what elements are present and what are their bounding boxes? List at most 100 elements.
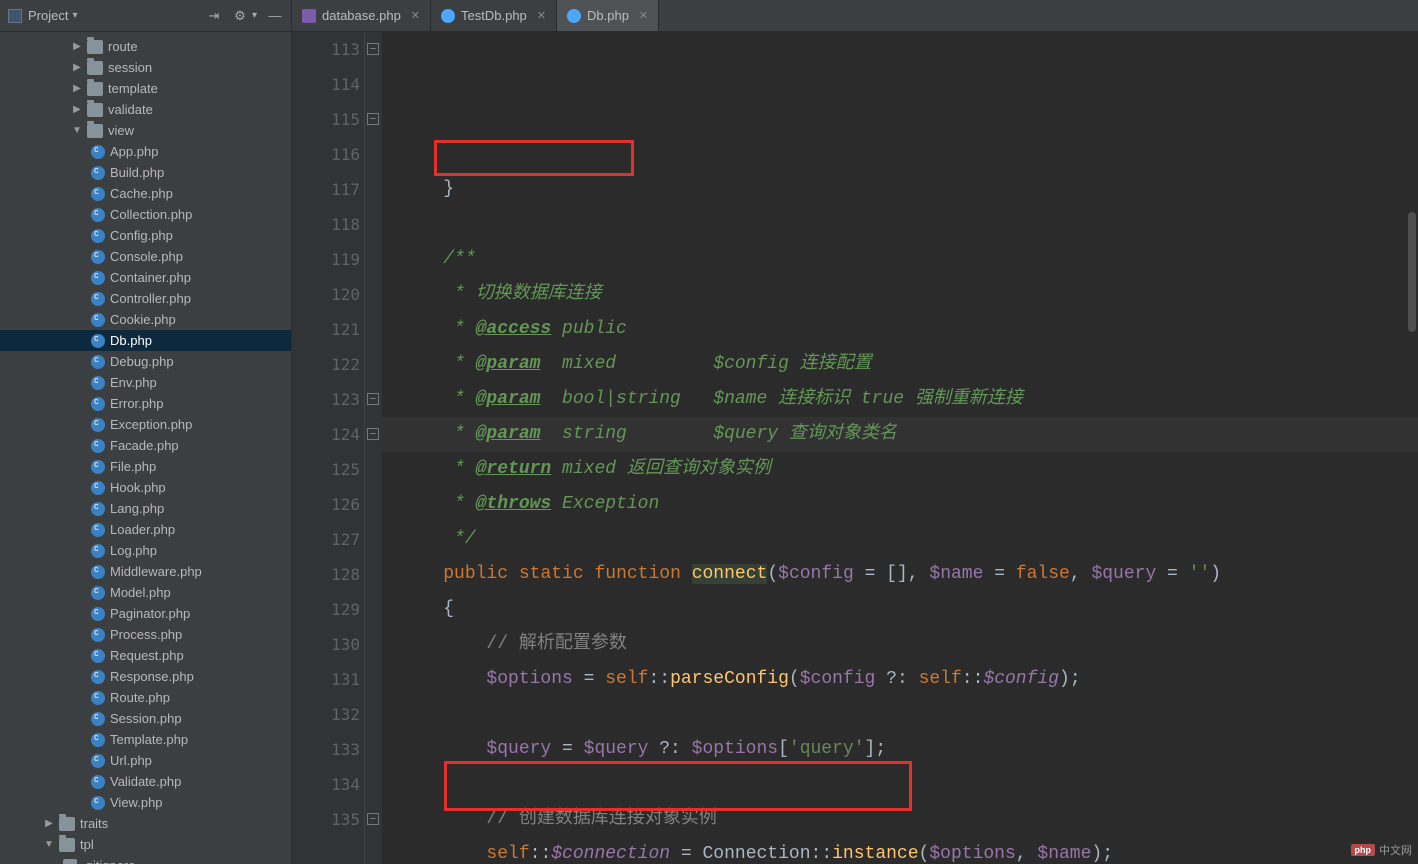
line-number: 122 (292, 347, 360, 382)
code-line[interactable]: self::$connection = Connection::instance… (400, 837, 1418, 864)
chevron-icon[interactable] (44, 818, 54, 829)
tree-file-Url-php[interactable]: Url.php (0, 750, 291, 771)
code-line[interactable]: * @return mixed 返回查询对象实例 (400, 452, 1418, 487)
fold-marker-icon[interactable]: – (367, 113, 379, 125)
tree-file-Session-php[interactable]: Session.php (0, 708, 291, 729)
code-line[interactable]: * 切换数据库连接 (400, 277, 1418, 312)
tree-file-Db-php[interactable]: Db.php (0, 330, 291, 351)
tab-database-php[interactable]: database.php✕ (292, 0, 431, 31)
code-line[interactable] (400, 697, 1418, 732)
code-line[interactable]: * @param bool|string $name 连接标识 true 强制重… (400, 382, 1418, 417)
tree-file-Response-php[interactable]: Response.php (0, 666, 291, 687)
tree-file-Config-php[interactable]: Config.php (0, 225, 291, 246)
tree-file-Log-php[interactable]: Log.php (0, 540, 291, 561)
tree-file-Container-php[interactable]: Container.php (0, 267, 291, 288)
code-line[interactable]: * @param mixed $config 连接配置 (400, 347, 1418, 382)
tree-file-Hook-php[interactable]: Hook.php (0, 477, 291, 498)
code-line[interactable]: */ (400, 522, 1418, 557)
chevron-icon[interactable] (72, 83, 82, 94)
tree-file-Cookie-php[interactable]: Cookie.php (0, 309, 291, 330)
line-number: 118 (292, 207, 360, 242)
tree-file-Paginator-php[interactable]: Paginator.php (0, 603, 291, 624)
code-area[interactable]: } /** * 切换数据库连接 * @access public * @para… (382, 32, 1418, 864)
tree-file-Env-php[interactable]: Env.php (0, 372, 291, 393)
code-editor[interactable]: 1131141151161171181191201211221231241251… (292, 32, 1418, 864)
chevron-down-icon[interactable]: ▾ (252, 10, 257, 21)
tree-file-View-php[interactable]: View.php (0, 792, 291, 813)
tree-file-File-php[interactable]: File.php (0, 456, 291, 477)
code-line[interactable]: $options = self::parseConfig($config ?: … (400, 662, 1418, 697)
tree-file-Lang-php[interactable]: Lang.php (0, 498, 291, 519)
close-icon[interactable]: ✕ (639, 9, 648, 22)
tree-file-Controller-php[interactable]: Controller.php (0, 288, 291, 309)
tree-file-Facade-php[interactable]: Facade.php (0, 435, 291, 456)
line-number: 116 (292, 137, 360, 172)
tree-file-Error-php[interactable]: Error.php (0, 393, 291, 414)
tree-file-Collection-php[interactable]: Collection.php (0, 204, 291, 225)
tab-Db-php[interactable]: Db.php ✕ (557, 0, 659, 31)
tab-label: Db.php (587, 8, 629, 23)
tree-file-Model-php[interactable]: Model.php (0, 582, 291, 603)
tree-file-Template-php[interactable]: Template.php (0, 729, 291, 750)
tree-folder-validate[interactable]: validate (0, 99, 291, 120)
vertical-scrollbar[interactable] (1406, 32, 1416, 864)
code-line[interactable]: // 解析配置参数 (400, 627, 1418, 662)
tree-file-Loader-php[interactable]: Loader.php (0, 519, 291, 540)
chevron-icon[interactable] (44, 839, 54, 850)
tree-file-Build-php[interactable]: Build.php (0, 162, 291, 183)
tree-file-gitignore[interactable]: .gitignore (0, 855, 291, 864)
tree-file-Cache-php[interactable]: Cache.php (0, 183, 291, 204)
fold-marker-icon[interactable]: – (367, 428, 379, 440)
code-line[interactable]: public static function connect($config =… (400, 557, 1418, 592)
tree-label: Loader.php (110, 522, 175, 537)
fold-marker-icon[interactable]: – (367, 43, 379, 55)
tree-label: Url.php (110, 753, 152, 768)
chevron-icon[interactable] (72, 41, 82, 52)
tree-file-Console-php[interactable]: Console.php (0, 246, 291, 267)
tree-file-Middleware-php[interactable]: Middleware.php (0, 561, 291, 582)
tree-file-Validate-php[interactable]: Validate.php (0, 771, 291, 792)
tree-file-Request-php[interactable]: Request.php (0, 645, 291, 666)
chevron-icon[interactable] (72, 125, 82, 136)
tree-label: Validate.php (110, 774, 181, 789)
tree-folder-traits[interactable]: traits (0, 813, 291, 834)
php-file-icon (91, 418, 105, 432)
gear-icon[interactable]: ⚙ (232, 8, 248, 24)
php-file-icon (91, 649, 105, 663)
tree-folder-session[interactable]: session (0, 57, 291, 78)
tree-folder-tpl[interactable]: tpl (0, 834, 291, 855)
chevron-icon[interactable] (72, 104, 82, 115)
project-tree[interactable]: routesessiontemplatevalidateviewApp.phpB… (0, 32, 292, 864)
scrollbar-thumb[interactable] (1408, 212, 1416, 332)
tab-TestDb-php[interactable]: TestDb.php✕ (431, 0, 557, 31)
tree-file-App-php[interactable]: App.php (0, 141, 291, 162)
tree-file-Process-php[interactable]: Process.php (0, 624, 291, 645)
chevron-down-icon[interactable]: ▾ (72, 10, 77, 21)
project-toolbar: Project ▾ ⇥ ⚙ ▾ — (0, 0, 292, 31)
tree-file-Route-php[interactable]: Route.php (0, 687, 291, 708)
tree-file-Debug-php[interactable]: Debug.php (0, 351, 291, 372)
tree-folder-view[interactable]: view (0, 120, 291, 141)
code-line[interactable]: * @throws Exception (400, 487, 1418, 522)
code-line[interactable]: * @access public (400, 312, 1418, 347)
code-line[interactable]: } (400, 172, 1418, 207)
close-icon[interactable]: ✕ (411, 9, 420, 22)
chevron-icon[interactable] (72, 62, 82, 73)
code-line[interactable]: /** (400, 242, 1418, 277)
fold-marker-icon[interactable]: – (367, 393, 379, 405)
tree-file-Exception-php[interactable]: Exception.php (0, 414, 291, 435)
code-line[interactable]: { (400, 592, 1418, 627)
line-number: 133 (292, 732, 360, 767)
tree-folder-route[interactable]: route (0, 36, 291, 57)
tree-label: Console.php (110, 249, 183, 264)
tree-label: Session.php (110, 711, 182, 726)
close-icon[interactable]: ✕ (537, 9, 546, 22)
fold-marker-icon[interactable]: – (367, 813, 379, 825)
code-line[interactable] (400, 207, 1418, 242)
hide-icon[interactable]: — (267, 8, 283, 24)
php-file-icon (91, 796, 105, 810)
tree-folder-template[interactable]: template (0, 78, 291, 99)
collapse-icon[interactable]: ⇥ (206, 8, 222, 24)
tree-label: Middleware.php (110, 564, 202, 579)
project-label[interactable]: Project (28, 8, 68, 23)
